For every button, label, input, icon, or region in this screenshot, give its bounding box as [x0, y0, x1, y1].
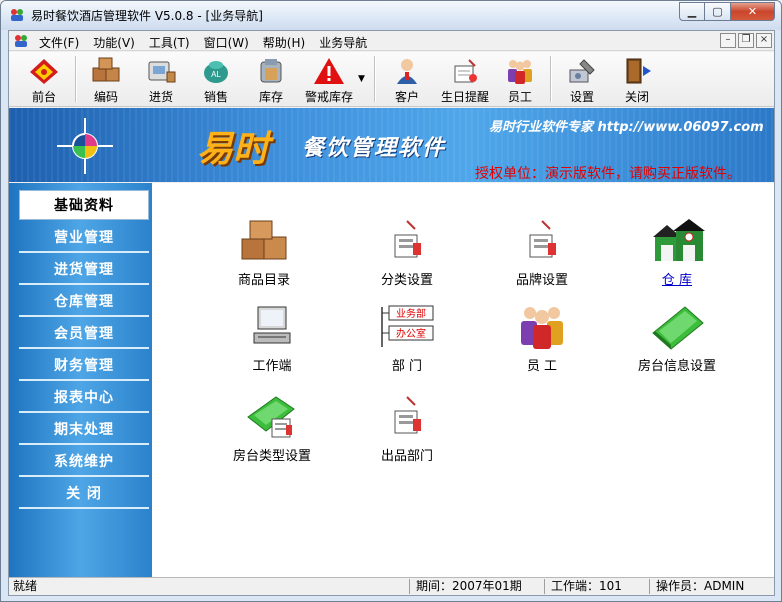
tile-brand-settings[interactable]: 品牌设置 [472, 217, 612, 288]
status-operator: 操作员：ADMIN [649, 579, 773, 594]
brand-banner: 易时 餐饮管理软件 易时行业软件专家 http://www.06097.com … [9, 108, 774, 182]
toolbar-purchase-button[interactable]: 进货 [136, 55, 186, 105]
dropdown-arrow-icon[interactable]: ▼ [358, 74, 365, 84]
side-nav: 基础资料 营业管理 进货管理 仓库管理 会员管理 财务管理 报表中心 期末处理 … [9, 183, 152, 577]
tile-product-catalog[interactable]: 商品目录 [194, 217, 334, 288]
tile-warehouse[interactable]: 仓 库 [607, 217, 747, 288]
crosshair-logo-icon [57, 118, 113, 174]
staff-icon [508, 60, 532, 84]
warning-icon [314, 58, 344, 84]
brand-logo-text: 易时 [197, 128, 270, 170]
menu-tools[interactable]: 工具(T) [149, 34, 190, 51]
warehouse-icon [653, 219, 705, 261]
main-panel: 商品目录 分类设置 品牌设置 仓 库 工作端 业务部 办公室 部 门 员 工 房… [152, 183, 774, 577]
app-logo-icon [11, 9, 23, 21]
toolbar-warning-stock-button[interactable]: 警戒库存 [301, 55, 357, 105]
tile-department[interactable]: 业务部 办公室 部 门 [337, 303, 477, 374]
close-icon: ✕ [747, 5, 758, 18]
toolbar-separator [75, 56, 77, 102]
nav-system-maintenance[interactable]: 系统维护 [19, 447, 149, 477]
staff-group-icon [521, 307, 563, 349]
tile-output-department[interactable]: 出品部门 [337, 393, 477, 464]
status-bar: 就绪 期间：2007年01期 工作端：101 操作员：ADMIN [9, 577, 774, 595]
tile-terminal[interactable]: 工作端 [202, 303, 342, 374]
nav-business-management[interactable]: 营业管理 [19, 223, 149, 253]
menu-business-nav[interactable]: 业务导航 [319, 34, 367, 51]
toolbar-front-desk-button[interactable]: 前台 [19, 55, 69, 105]
menu-window[interactable]: 窗口(W) [204, 34, 249, 51]
toolbar-staff-button[interactable]: 员工 [495, 55, 545, 105]
tile-room-info-settings[interactable]: 房台信息设置 [607, 303, 747, 374]
nav-finance-management[interactable]: 财务管理 [19, 351, 149, 381]
folder-document-icon [247, 396, 295, 438]
nav-basic-data[interactable]: 基础资料 [19, 190, 149, 220]
customer-icon [397, 59, 417, 84]
toolbar-separator [374, 56, 376, 102]
birthday-icon [454, 59, 477, 83]
tile-room-type-settings[interactable]: 房台类型设置 [202, 393, 342, 464]
toolbar-code-button[interactable]: 编码 [81, 55, 131, 105]
license-notice: 授权单位：演示版软件，请购买正版软件。 [475, 166, 741, 182]
nav-report-center[interactable]: 报表中心 [19, 383, 149, 413]
dept-label-office: 办公室 [396, 327, 426, 340]
toolbar-birthday-reminder-button[interactable]: 生日提醒 [437, 55, 493, 105]
dept-label-business: 业务部 [396, 307, 426, 320]
sales-icon: AL [204, 61, 228, 83]
nav-purchase-management[interactable]: 进货管理 [19, 255, 149, 285]
status-terminal: 工作端：101 [544, 579, 646, 594]
purchase-icon [148, 61, 176, 83]
minimize-button[interactable]: ▁ [679, 2, 705, 21]
computer-terminal-icon [253, 306, 291, 344]
status-period: 期间：2007年01期 [409, 579, 541, 594]
inventory-icon [260, 59, 282, 83]
client-area: 文件(F) 功能(V) 工具(T) 窗口(W) 帮助(H) 业务导航 – ❐ ×… [8, 30, 775, 596]
maximize-icon: ▢ [712, 5, 723, 18]
toolbar: 前台 编码 进货 AL 销售 库存 警戒库存 ▼ 客户 生日提醒 员工 设置 关… [9, 52, 774, 107]
brand-product-name: 餐饮管理软件 [302, 136, 447, 161]
mdi-close-button[interactable]: × [756, 33, 772, 48]
menu-help[interactable]: 帮助(H) [263, 34, 305, 51]
toolbar-inventory-button[interactable]: 库存 [246, 55, 296, 105]
org-chart-icon: 业务部 办公室 [381, 305, 434, 347]
document-logo-icon[interactable] [13, 33, 29, 49]
toolbar-settings-button[interactable]: 设置 [557, 55, 607, 105]
tile-category-settings[interactable]: 分类设置 [337, 217, 477, 288]
toolbar-sales-button[interactable]: AL 销售 [191, 55, 241, 105]
menu-function[interactable]: 功能(V) [93, 34, 135, 51]
product-boxes-icon [241, 220, 287, 260]
tile-staff[interactable]: 员 工 [472, 303, 612, 374]
nav-warehouse-management[interactable]: 仓库管理 [19, 287, 149, 317]
app-window: 易时餐饮酒店管理软件 V5.0.8 - [业务导航] ▁ ▢ ✕ 文件(F) 功… [0, 0, 782, 602]
settings-icon [569, 59, 595, 83]
printer-document-icon [394, 396, 421, 434]
mdi-restore-button[interactable]: ❐ [738, 33, 754, 48]
maximize-button[interactable]: ▢ [705, 2, 731, 21]
nav-member-management[interactable]: 会员管理 [19, 319, 149, 349]
front-desk-icon [30, 59, 58, 84]
svg-text:AL: AL [211, 70, 221, 79]
close-button[interactable]: ✕ [731, 2, 775, 21]
toolbar-customer-button[interactable]: 客户 [382, 55, 432, 105]
title-bar[interactable]: 易时餐饮酒店管理软件 V5.0.8 - [业务导航] ▁ ▢ ✕ [1, 1, 781, 30]
mdi-minimize-button[interactable]: – [720, 33, 736, 48]
menu-bar: 文件(F) 功能(V) 工具(T) 窗口(W) 帮助(H) 业务导航 – ❐ × [9, 31, 774, 51]
menu-file[interactable]: 文件(F) [39, 34, 79, 51]
green-folder-icon [652, 306, 704, 350]
brand-tagline: 易时行业软件专家 http://www.06097.com [489, 120, 764, 135]
printer-document-icon [394, 220, 421, 258]
exit-door-icon [626, 58, 651, 84]
toolbar-separator [550, 56, 552, 102]
boxes-icon [92, 57, 120, 82]
nav-period-end[interactable]: 期末处理 [19, 415, 149, 445]
printer-document-icon [529, 220, 556, 258]
minimize-icon: ▁ [687, 5, 697, 18]
nav-close[interactable]: 关 闭 [19, 479, 149, 509]
status-ready: 就绪 [13, 579, 38, 593]
window-title: 易时餐饮酒店管理软件 V5.0.8 - [业务导航] [31, 9, 263, 23]
toolbar-close-button[interactable]: 关闭 [612, 55, 662, 105]
